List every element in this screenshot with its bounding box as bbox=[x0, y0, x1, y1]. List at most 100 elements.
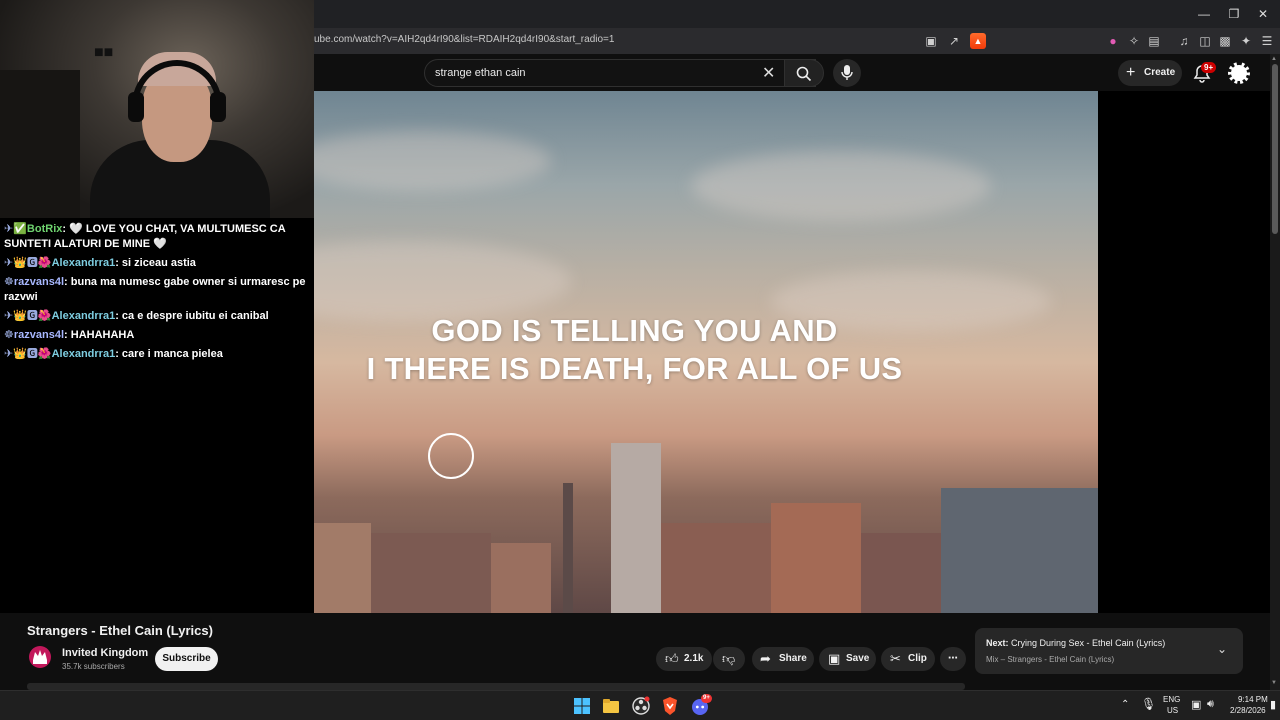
channel-name[interactable]: Invited Kingdom bbox=[62, 647, 148, 659]
obs-icon[interactable] bbox=[631, 696, 651, 716]
language-primary[interactable]: ENG bbox=[1163, 695, 1180, 704]
voice-search-button[interactable] bbox=[833, 59, 861, 87]
brave-shields-icon[interactable]: ▲ bbox=[970, 33, 986, 49]
menu-icon[interactable]: ☰ bbox=[1259, 33, 1275, 49]
chat-username: razvans4l bbox=[13, 329, 65, 341]
create-button[interactable]: + Create bbox=[1118, 60, 1182, 86]
building bbox=[941, 488, 1098, 613]
chat-message: ☸razvans4l: buna ma numesc gabe owner si… bbox=[4, 276, 306, 303]
more-icon: ⋯ bbox=[948, 653, 958, 664]
sidebar-icon[interactable]: ◫ bbox=[1197, 33, 1213, 49]
chat-badges: ✈👑🅶🌺 bbox=[4, 348, 52, 360]
next-prefix: Next: bbox=[986, 638, 1009, 648]
wall-decoration-icon: ■■ bbox=[94, 44, 114, 61]
language-region[interactable]: US bbox=[1167, 706, 1178, 715]
scrollbar-thumb[interactable] bbox=[1272, 64, 1278, 234]
account-avatar[interactable] bbox=[1228, 62, 1250, 84]
wallet2-icon[interactable]: ▩ bbox=[1217, 33, 1233, 49]
clip-label: Clip bbox=[908, 653, 927, 664]
streamer-webcam: ■■ bbox=[0, 0, 314, 218]
share-icon: ➦ bbox=[760, 651, 771, 666]
chat-badges: ✈👑🅶🌺 bbox=[4, 257, 52, 269]
restore-button[interactable]: ❐ bbox=[1224, 4, 1244, 24]
chat-message: ☸razvans4l: HAHAHAHA bbox=[4, 329, 135, 341]
media-icon[interactable]: ♫ bbox=[1176, 33, 1192, 49]
search-button[interactable] bbox=[784, 59, 824, 87]
leo-ai-icon[interactable]: ✦ bbox=[1238, 33, 1254, 49]
chat-text: care i manca pielea bbox=[118, 348, 223, 360]
url-field[interactable]: ube.com/watch?v=AIH2qd4rI90&list=RDAIH2q… bbox=[314, 34, 614, 45]
chat-text: si ziceau astia bbox=[118, 257, 196, 269]
thumbs-down-icon: 👎︎ bbox=[722, 651, 736, 666]
cloud-shape bbox=[291, 131, 551, 191]
building bbox=[861, 533, 941, 613]
share-button[interactable]: ➦ Share bbox=[752, 647, 814, 671]
scroll-up-icon[interactable]: ▲ bbox=[1271, 56, 1277, 62]
building bbox=[371, 533, 491, 613]
network-icon[interactable]: ▣ bbox=[1191, 698, 1201, 711]
windows-start-icon[interactable] bbox=[572, 696, 592, 716]
clock-date[interactable]: 2/28/2026 bbox=[1230, 706, 1266, 715]
video-info: Strangers - Ethel Cain (Lyrics) Invited … bbox=[0, 613, 1270, 690]
taskbar: 9+ ⌃ 🎙︎ ENG US ▣ 🔊︎ 9:14 PM 2/28/2026 ▮ bbox=[0, 690, 1280, 720]
chat-message: ✈👑🅶🌺Alexandrra1: ca e despre iubitu ei c… bbox=[4, 310, 269, 322]
share-page-icon[interactable]: ↗ bbox=[946, 33, 962, 49]
video-side-area bbox=[1098, 91, 1270, 613]
clock-time[interactable]: 9:14 PM bbox=[1238, 695, 1268, 704]
chat-username: BotRix bbox=[26, 223, 63, 235]
like-button[interactable]: 👍︎ 2.1k bbox=[656, 647, 712, 671]
file-explorer-icon[interactable] bbox=[601, 696, 621, 716]
chat-username: razvans4l bbox=[13, 276, 65, 288]
clip-button[interactable]: ✂ Clip bbox=[881, 647, 935, 671]
volume-icon[interactable]: 🔊︎ bbox=[1207, 698, 1214, 711]
save-button[interactable]: ▣ Save bbox=[819, 647, 876, 671]
chat-badges: ✈✅ bbox=[4, 223, 27, 235]
channel-avatar[interactable] bbox=[29, 646, 51, 668]
chevron-down-icon[interactable]: ⌄ bbox=[1217, 642, 1227, 656]
search-input[interactable]: strange ethan cain ✕ bbox=[424, 59, 816, 87]
chat-username: Alexandrra1 bbox=[51, 257, 116, 269]
cloud-shape bbox=[691, 151, 991, 221]
tray-chevron-up-icon[interactable]: ⌃ bbox=[1121, 699, 1129, 710]
cursor-ring bbox=[428, 433, 474, 479]
notifications-icon[interactable]: ▮ bbox=[1270, 698, 1276, 711]
crown-icon bbox=[33, 650, 47, 664]
close-button[interactable]: ✕ bbox=[1253, 4, 1273, 24]
subscriber-count: 35.7k subscribers bbox=[62, 662, 125, 671]
minimize-button[interactable]: — bbox=[1194, 4, 1214, 24]
next-title: Crying During Sex - Ethel Cain (Lyrics) bbox=[1011, 638, 1166, 648]
search-icon bbox=[796, 66, 812, 82]
headset-ear-left bbox=[128, 92, 144, 122]
page-scrollbar[interactable] bbox=[1270, 54, 1280, 690]
bookmark-icon: ▣ bbox=[828, 651, 841, 666]
chat-username: Alexandrra1 bbox=[51, 310, 116, 322]
scissors-icon: ✂ bbox=[890, 651, 901, 666]
subscribe-button[interactable]: Subscribe bbox=[155, 647, 218, 671]
create-label: Create bbox=[1144, 67, 1176, 78]
video-title: Strangers - Ethel Cain (Lyrics) bbox=[27, 623, 213, 638]
save-label: Save bbox=[846, 653, 870, 664]
headset-ear-right bbox=[210, 92, 226, 122]
wallet-icon[interactable]: ▤ bbox=[1146, 33, 1162, 49]
vpn-icon[interactable]: ● bbox=[1105, 33, 1121, 49]
next-label: Next: Crying During Sex - Ethel Cain (Ly… bbox=[986, 638, 1165, 648]
chat-text: ca e despre iubitu ei canibal bbox=[118, 310, 269, 322]
microphone-tray-icon[interactable]: 🎙︎ bbox=[1141, 697, 1156, 711]
cast-icon[interactable]: ▣ bbox=[923, 33, 939, 49]
chat-badges: ☸ bbox=[4, 329, 14, 341]
extensions-icon[interactable]: ✧ bbox=[1126, 33, 1142, 49]
spire bbox=[563, 483, 573, 613]
like-count: 2.1k bbox=[684, 653, 704, 664]
more-actions-button[interactable]: ⋯ bbox=[940, 647, 966, 671]
dislike-button[interactable]: 👎︎ bbox=[713, 647, 745, 671]
up-next-card[interactable]: Next: Crying During Sex - Ethel Cain (Ly… bbox=[975, 628, 1243, 674]
description-bar[interactable] bbox=[27, 683, 965, 690]
chat-badges: ☸ bbox=[4, 276, 14, 288]
chat-username: Alexandrra1 bbox=[51, 348, 116, 360]
brave-browser-icon[interactable] bbox=[660, 696, 680, 716]
microphone-icon bbox=[841, 65, 853, 80]
scroll-down-icon[interactable]: ▼ bbox=[1271, 680, 1277, 686]
screen: — ❐ ✕ ube.com/watch?v=AIH2qd4rI90&list=R… bbox=[0, 0, 1280, 720]
webcam-shelf bbox=[0, 70, 80, 218]
clear-search-icon[interactable]: ✕ bbox=[762, 63, 775, 83]
